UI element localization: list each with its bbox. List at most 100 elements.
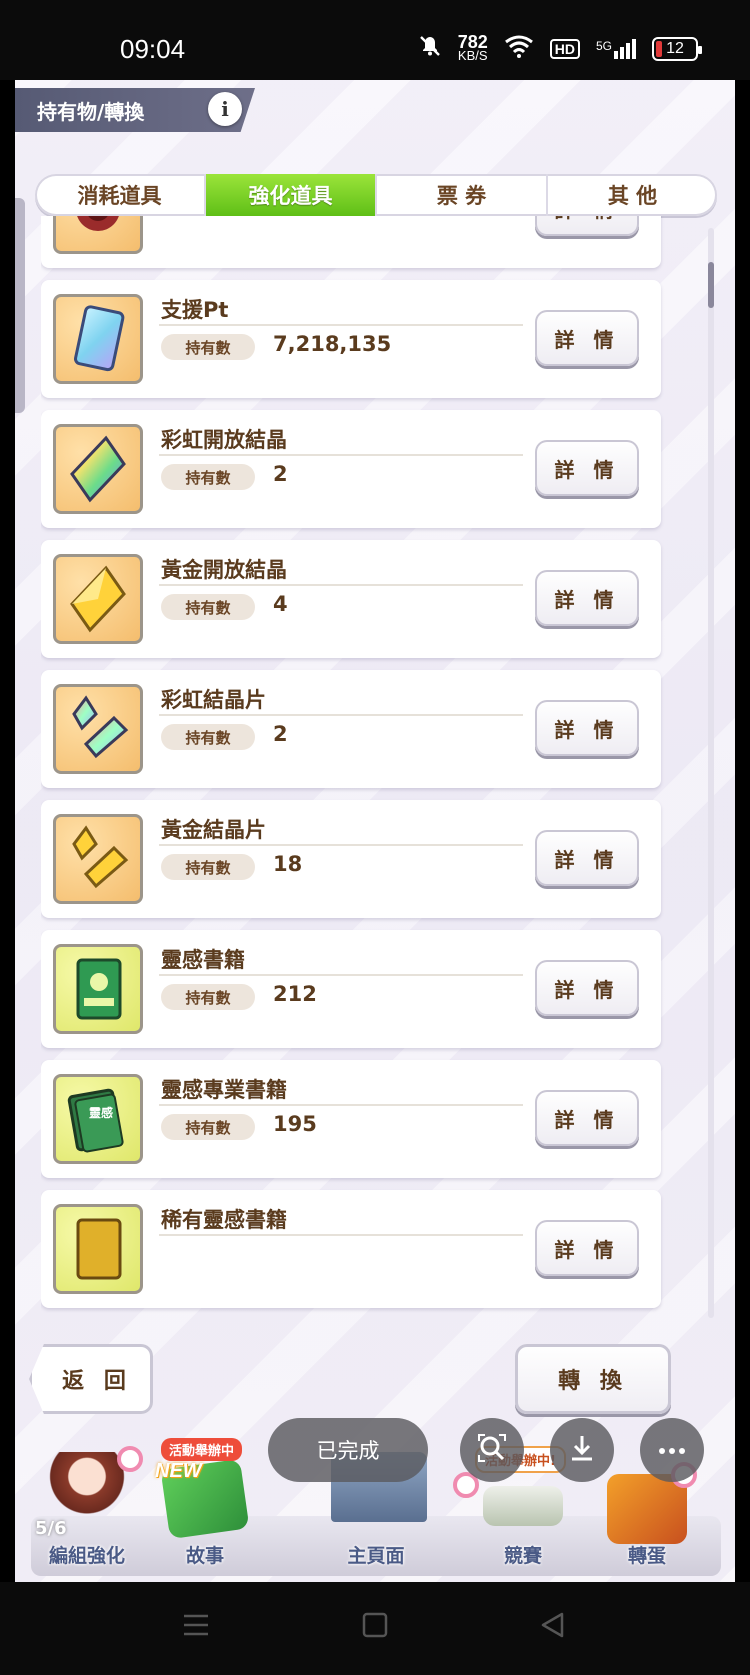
- tab-others[interactable]: 其 他: [548, 174, 717, 216]
- list-item: 靈感書籍 持有數 212 詳 情: [41, 930, 661, 1048]
- nav-label: 主頁面: [347, 1545, 405, 1567]
- divider: [159, 1104, 523, 1106]
- gold-crystal-icon: [53, 554, 143, 644]
- detail-button[interactable]: 詳 情: [535, 830, 639, 886]
- race-icon: [483, 1486, 563, 1526]
- detail-button[interactable]: 詳 情: [535, 310, 639, 366]
- divider: [159, 454, 523, 456]
- detail-button[interactable]: 詳 情: [535, 960, 639, 1016]
- held-count-label: 持有數: [161, 854, 255, 880]
- more-icon: [657, 1441, 687, 1460]
- rare-inspiration-book-icon: [53, 1204, 143, 1294]
- page-title: 持有物/轉換: [37, 99, 145, 124]
- tab-enhancement-items[interactable]: 強化道具: [206, 174, 377, 216]
- convert-button[interactable]: 轉 換: [515, 1344, 671, 1414]
- item-name: 支援Pt: [161, 298, 229, 322]
- nav-label: 編組強化: [48, 1545, 125, 1567]
- search-button[interactable]: [460, 1418, 524, 1482]
- side-handle[interactable]: [15, 198, 25, 413]
- detail-button[interactable]: 詳 情: [535, 216, 639, 236]
- item-name: 稀有靈感書籍: [161, 1208, 287, 1232]
- held-count-value: 2: [273, 722, 288, 746]
- detail-button[interactable]: 詳 情: [535, 1090, 639, 1146]
- download-icon: [567, 1433, 597, 1467]
- tab-tickets[interactable]: 票 券: [377, 174, 548, 216]
- download-button[interactable]: [550, 1418, 614, 1482]
- divider: [159, 844, 523, 846]
- notification-bell-icon: [117, 1446, 143, 1472]
- held-count-value: 2: [273, 462, 288, 486]
- pro-inspiration-book-icon: 靈感: [53, 1074, 143, 1164]
- category-tabs: 消耗道具 強化道具 票 券 其 他: [35, 174, 717, 216]
- list-item: 支援Pt 持有數 7,218,135 詳 情: [41, 280, 661, 398]
- back-button[interactable]: 返 回: [29, 1344, 153, 1414]
- held-count-label: 持有數: [161, 1114, 255, 1140]
- held-count-value: 7,218,135: [273, 332, 392, 356]
- battery-indicator: 12: [652, 36, 702, 61]
- hd-icon: HD: [549, 38, 580, 59]
- info-button[interactable]: i: [208, 92, 242, 126]
- back-triangle-icon[interactable]: [540, 1612, 566, 1642]
- rainbow-shard-icon: [53, 684, 143, 774]
- clock: 09:04: [120, 34, 186, 64]
- item-name: 彩虹結晶片: [161, 688, 266, 712]
- item-name: 黃金結晶片: [161, 818, 266, 842]
- held-count-value: 4: [273, 592, 288, 616]
- divider: [159, 1234, 523, 1236]
- list-item: 彩虹結晶片 持有數 2 詳 情: [41, 670, 661, 788]
- list-scrollbar[interactable]: [708, 228, 714, 1318]
- list-item: 詳 情: [41, 216, 661, 268]
- divider: [159, 584, 523, 586]
- detail-button[interactable]: 詳 情: [535, 570, 639, 626]
- mute-bell-icon: [418, 34, 442, 63]
- event-badge: 活動舉辦中: [161, 1438, 243, 1461]
- nav-team-enhance[interactable]: 編組強化: [31, 1442, 143, 1578]
- list-item: 彩虹開放結晶 持有數 2 詳 情: [41, 410, 661, 528]
- list-item: 靈感 靈感專業書籍 持有數 195 詳 情: [41, 1060, 661, 1178]
- character-avatar-icon: [47, 1452, 127, 1522]
- item-name: 彩虹開放結晶: [161, 428, 287, 452]
- new-badge: NEW: [155, 1460, 202, 1482]
- tab-consumables[interactable]: 消耗道具: [35, 174, 206, 216]
- item-name: 黃金開放結晶: [161, 558, 287, 582]
- divider: [159, 324, 523, 326]
- inspiration-book-icon: [53, 944, 143, 1034]
- wifi-icon: [504, 34, 534, 63]
- held-count-label: 持有數: [161, 724, 255, 750]
- item-list[interactable]: 詳 情 支援Pt 持有數 7,218,135 詳 情 彩虹開放結晶 持有數 2 …: [41, 216, 689, 1318]
- detail-button[interactable]: 詳 情: [535, 1220, 639, 1276]
- nav-label: 故事: [185, 1545, 224, 1567]
- detail-button[interactable]: 詳 情: [535, 440, 639, 496]
- item-name: 靈感專業書籍: [161, 1078, 287, 1102]
- held-count-value: 212: [273, 982, 317, 1006]
- nav-label: 競賽: [503, 1545, 542, 1567]
- page-counter: 5/6: [35, 1518, 67, 1539]
- gold-shard-icon: [53, 814, 143, 904]
- rainbow-crystal-icon: [53, 424, 143, 514]
- list-item: 稀有靈感書籍 詳 情: [41, 1190, 661, 1308]
- nav-label: 轉蛋: [627, 1545, 666, 1567]
- support-pt-icon: [53, 294, 143, 384]
- held-count-label: 持有數: [161, 334, 255, 360]
- more-button[interactable]: [640, 1418, 704, 1482]
- done-pill[interactable]: 已完成: [268, 1418, 428, 1482]
- list-item: 黃金結晶片 持有數 18 詳 情: [41, 800, 661, 918]
- status-icons: 782 KB/S HD 5G 12: [418, 33, 702, 63]
- held-count-label: 持有數: [161, 984, 255, 1010]
- item-name: 靈感書籍: [161, 948, 245, 972]
- home-square-icon[interactable]: [362, 1612, 388, 1642]
- divider: [159, 974, 523, 976]
- item-icon: [53, 216, 143, 254]
- held-count-value: 195: [273, 1112, 317, 1136]
- scrollbar-thumb[interactable]: [708, 262, 714, 308]
- nav-story[interactable]: 活動舉辦中 NEW 故事: [149, 1438, 261, 1578]
- status-bar: 09:04 782 KB/S HD 5G 12: [0, 0, 750, 80]
- held-count-value: 18: [273, 852, 303, 876]
- signal-icon: 5G: [596, 38, 636, 59]
- system-nav-bar: [0, 1582, 750, 1675]
- game-screen: 持有物/轉換 i 消耗道具 強化道具 票 券 其 他 詳 情 支援Pt 持有數 …: [15, 80, 735, 1582]
- divider: [159, 714, 523, 716]
- detail-button[interactable]: 詳 情: [535, 700, 639, 756]
- menu-icon[interactable]: [182, 1612, 210, 1642]
- held-count-label: 持有數: [161, 464, 255, 490]
